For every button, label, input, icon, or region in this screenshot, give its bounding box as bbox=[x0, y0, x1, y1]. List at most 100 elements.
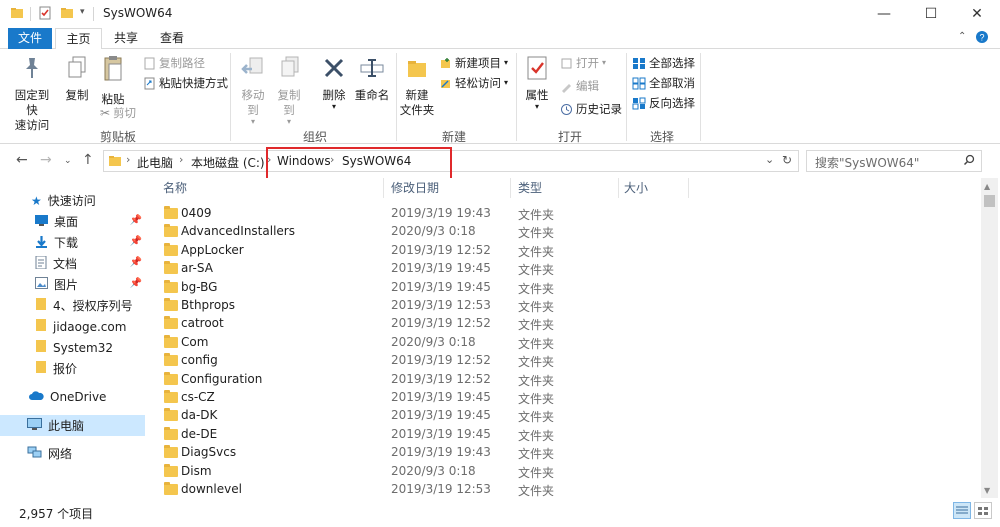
nav-item-documents[interactable]: 文档 📌 bbox=[0, 253, 148, 274]
table-row[interactable]: downlevel 2019/3/19 12:53 文件夹 bbox=[155, 481, 980, 498]
help-icon[interactable]: ? bbox=[975, 30, 989, 47]
pin-icon[interactable]: 📌 bbox=[130, 215, 142, 226]
details-view-button[interactable] bbox=[953, 502, 971, 519]
select-none-button[interactable]: 全部取消 bbox=[632, 74, 695, 92]
close-button[interactable]: ✕ bbox=[954, 0, 1000, 28]
nav-item-desktop[interactable]: 桌面 📌 bbox=[0, 211, 148, 232]
scrollbar-thumb[interactable] bbox=[984, 195, 995, 207]
history-icon bbox=[561, 103, 572, 115]
copy-path-button[interactable]: 复制路径 bbox=[143, 54, 205, 72]
new-item-button[interactable]: 新建项目 ▾ bbox=[439, 54, 508, 72]
file-type: 文件夹 bbox=[518, 392, 555, 406]
table-row[interactable]: ar-SA 2019/3/19 19:45 文件夹 bbox=[155, 260, 980, 278]
tab-share[interactable]: 共享 bbox=[104, 28, 148, 49]
refresh-icon[interactable]: ↻ bbox=[782, 153, 792, 167]
breadcrumb-separator[interactable]: › bbox=[179, 153, 183, 166]
open-button[interactable]: 打开 ▾ bbox=[560, 54, 606, 72]
edit-button[interactable]: 编辑 bbox=[560, 77, 599, 95]
delete-button[interactable]: 删除 ▾ bbox=[319, 55, 349, 111]
copy-to-button[interactable]: 复制到 ▾ bbox=[272, 55, 306, 126]
table-row[interactable]: Bthprops 2019/3/19 12:53 文件夹 bbox=[155, 297, 980, 315]
invert-selection-label: 反向选择 bbox=[649, 96, 695, 110]
pin-icon[interactable]: 📌 bbox=[130, 257, 142, 268]
pin-icon[interactable]: 📌 bbox=[130, 236, 142, 247]
table-row[interactable]: config 2019/3/19 12:52 文件夹 bbox=[155, 352, 980, 370]
address-dropdown-icon[interactable]: ⌄ bbox=[765, 153, 774, 166]
column-header-name[interactable]: 名称 bbox=[163, 178, 187, 198]
edit-icon bbox=[562, 83, 571, 93]
customize-quick-access-icon[interactable]: ▾ bbox=[80, 7, 85, 17]
large-icons-view-icon bbox=[978, 506, 988, 515]
move-to-button[interactable]: 移动到 ▾ bbox=[236, 55, 270, 126]
nav-item-pictures[interactable]: 图片 📌 bbox=[0, 274, 148, 295]
nav-item-downloads[interactable]: 下载 📌 bbox=[0, 232, 148, 253]
paste-shortcut-label: 粘贴快捷方式 bbox=[159, 76, 228, 90]
nav-onedrive[interactable]: OneDrive bbox=[0, 386, 148, 407]
nav-item-folder[interactable]: 报价 bbox=[0, 358, 148, 379]
nav-item-folder[interactable]: jidaoge.com bbox=[0, 316, 148, 337]
easy-access-button[interactable]: 轻松访问 ▾ bbox=[439, 74, 508, 92]
new-item-label: 新建项目 bbox=[455, 56, 501, 70]
breadcrumb-local-disk[interactable]: 本地磁盘 (C:) bbox=[191, 154, 265, 171]
nav-this-pc[interactable]: 此电脑 bbox=[0, 415, 145, 436]
history-button[interactable]: 历史记录 bbox=[560, 100, 622, 118]
new-folder-quick-icon[interactable] bbox=[60, 6, 74, 23]
breadcrumb-separator[interactable]: › bbox=[126, 153, 130, 166]
table-row[interactable]: catroot 2019/3/19 12:52 文件夹 bbox=[155, 315, 980, 333]
tab-view[interactable]: 查看 bbox=[150, 28, 194, 49]
folder-icon bbox=[164, 408, 178, 422]
invert-selection-button[interactable]: 反向选择 bbox=[632, 94, 695, 112]
rename-button[interactable]: 重命名 bbox=[352, 55, 392, 103]
properties-button[interactable]: 属性 ▾ bbox=[522, 55, 552, 111]
collapse-ribbon-icon[interactable]: ⌃ bbox=[958, 31, 966, 42]
file-date: 2020/9/3 0:18 bbox=[391, 463, 476, 478]
picture-icon bbox=[35, 277, 48, 292]
minimize-button[interactable]: — bbox=[861, 0, 907, 28]
column-header-date[interactable]: 修改日期 bbox=[391, 178, 439, 198]
recent-locations-button[interactable]: ⌄ bbox=[64, 156, 72, 166]
new-folder-button[interactable]: 新建 文件夹 bbox=[398, 55, 436, 118]
column-header-size[interactable]: 大小 bbox=[624, 178, 648, 198]
pin-icon[interactable]: 📌 bbox=[130, 278, 142, 289]
copy-button[interactable]: 复制 bbox=[62, 55, 92, 103]
large-icons-view-button[interactable] bbox=[974, 502, 992, 519]
search-input[interactable]: 搜索"SysWOW64" bbox=[806, 150, 982, 172]
select-all-button[interactable]: 全部选择 bbox=[632, 54, 695, 72]
tab-home[interactable]: 主页 bbox=[55, 28, 102, 50]
paste-shortcut-button[interactable]: 粘贴快捷方式 bbox=[143, 74, 228, 92]
scroll-up-icon[interactable]: ▲ bbox=[984, 182, 990, 191]
table-row[interactable]: Dism 2020/9/3 0:18 文件夹 bbox=[155, 463, 980, 481]
nav-network[interactable]: 网络 bbox=[0, 443, 148, 464]
table-row[interactable]: bg-BG 2019/3/19 19:45 文件夹 bbox=[155, 279, 980, 297]
scroll-down-icon[interactable]: ▼ bbox=[984, 486, 990, 495]
back-button[interactable]: ← bbox=[16, 152, 28, 168]
paste-button[interactable]: 粘贴 bbox=[98, 55, 128, 107]
pin-to-quick-access-button[interactable]: 固定到快 速访问 bbox=[10, 55, 54, 133]
tab-file[interactable]: 文件 bbox=[8, 28, 52, 49]
nav-item-folder[interactable]: System32 bbox=[0, 337, 148, 358]
maximize-button[interactable]: ☐ bbox=[908, 0, 954, 28]
new-folder-icon bbox=[398, 55, 436, 85]
column-header-type[interactable]: 类型 bbox=[518, 178, 542, 198]
breadcrumb-this-pc[interactable]: 此电脑 bbox=[137, 154, 173, 171]
folder-icon bbox=[164, 390, 178, 403]
up-button[interactable]: ↑ bbox=[82, 152, 94, 168]
properties-quick-icon[interactable] bbox=[38, 6, 52, 23]
table-row[interactable]: cs-CZ 2019/3/19 19:45 文件夹 bbox=[155, 389, 980, 407]
table-row[interactable]: 0409 2019/3/19 19:43 文件夹 bbox=[155, 205, 980, 223]
cut-button[interactable]: ✂ 剪切 bbox=[100, 104, 136, 122]
table-row[interactable]: AppLocker 2019/3/19 12:52 文件夹 bbox=[155, 242, 980, 260]
table-row[interactable]: AdvancedInstallers 2020/9/3 0:18 文件夹 bbox=[155, 223, 980, 241]
search-icon[interactable] bbox=[963, 154, 975, 169]
nav-quick-access[interactable]: ★ 快速访问 bbox=[0, 190, 148, 211]
table-row[interactable]: DiagSvcs 2019/3/19 19:43 文件夹 bbox=[155, 444, 980, 462]
vertical-scrollbar[interactable] bbox=[981, 178, 998, 498]
nav-item-folder[interactable]: 4、授权序列号 bbox=[0, 295, 148, 316]
table-row[interactable]: Configuration 2019/3/19 12:52 文件夹 bbox=[155, 371, 980, 389]
forward-button[interactable]: → bbox=[40, 152, 52, 168]
table-row[interactable]: da-DK 2019/3/19 19:45 文件夹 bbox=[155, 407, 980, 425]
file-date: 2019/3/19 19:45 bbox=[391, 408, 491, 423]
folder-icon bbox=[164, 371, 178, 385]
table-row[interactable]: de-DE 2019/3/19 19:45 文件夹 bbox=[155, 426, 980, 444]
table-row[interactable]: Com 2020/9/3 0:18 文件夹 bbox=[155, 334, 980, 352]
